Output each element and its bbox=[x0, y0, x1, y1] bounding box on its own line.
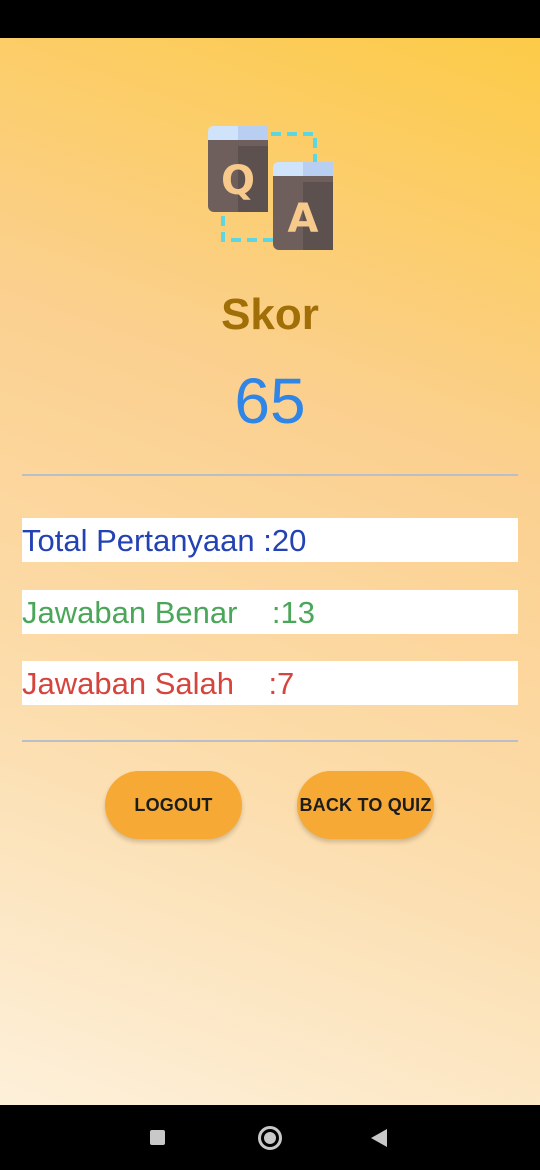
wrong-answers-row: Jawaban Salah :7 bbox=[22, 661, 518, 705]
score-title: Skor bbox=[221, 290, 319, 339]
score-value: 65 bbox=[234, 365, 306, 437]
back-icon[interactable] bbox=[371, 1129, 387, 1147]
home-icon-inner bbox=[264, 1132, 276, 1144]
home-icon[interactable] bbox=[258, 1126, 282, 1150]
result-screen: Q A Skor 65 Total Pertanyaan :20 Jawaban… bbox=[0, 38, 540, 1105]
svg-text:A: A bbox=[288, 196, 319, 242]
correct-answers-row: Jawaban Benar :13 bbox=[22, 590, 518, 634]
total-questions-row: Total Pertanyaan :20 bbox=[22, 518, 518, 562]
divider-bottom bbox=[22, 740, 518, 742]
logout-button[interactable]: LOGOUT bbox=[105, 771, 242, 839]
status-bar bbox=[0, 0, 540, 38]
recents-icon[interactable] bbox=[150, 1130, 165, 1145]
navigation-bar bbox=[0, 1105, 540, 1170]
qa-books-icon: Q A bbox=[208, 126, 333, 250]
back-to-quiz-button[interactable]: BACK TO QUIZ bbox=[297, 771, 434, 839]
divider-top bbox=[22, 474, 518, 476]
svg-text:Q: Q bbox=[221, 158, 255, 204]
